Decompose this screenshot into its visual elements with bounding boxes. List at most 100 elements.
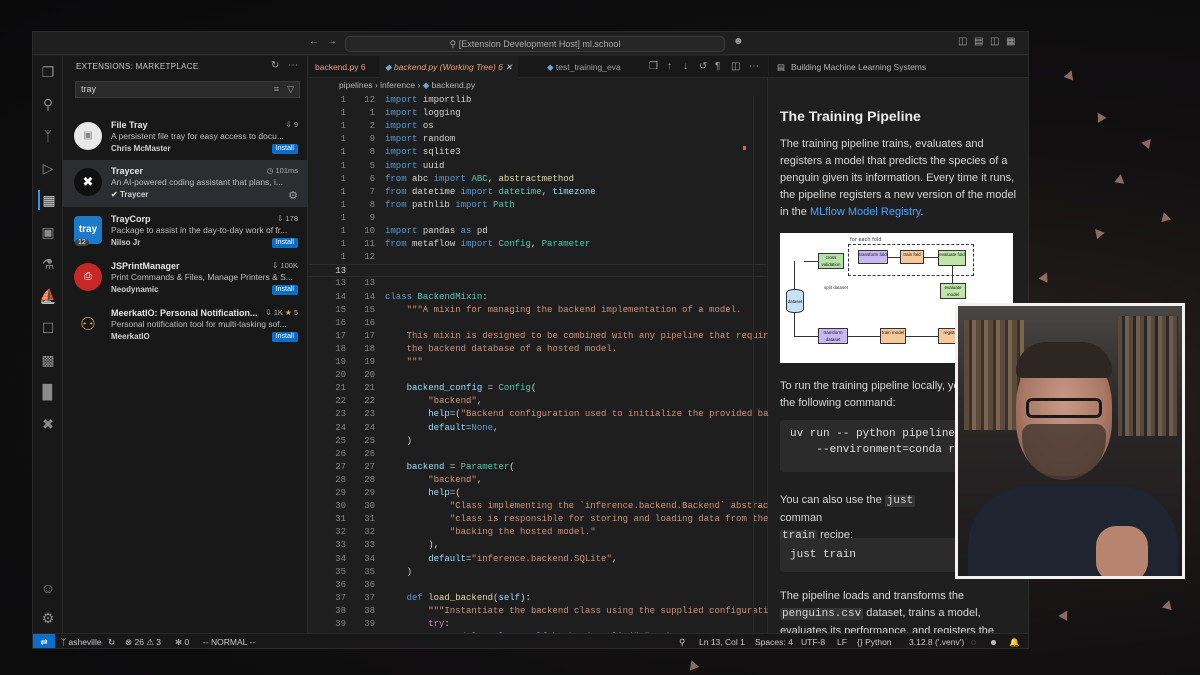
- code-line[interactable]: 39 39 try:: [309, 618, 768, 631]
- install-button[interactable]: Install: [271, 238, 298, 248]
- stack-icon[interactable]: ▉: [38, 382, 58, 402]
- revert-icon[interactable]: ↺: [699, 61, 707, 72]
- code-line[interactable]: 1 2 import os: [309, 120, 768, 133]
- settings-gear-icon[interactable]: ⚙: [38, 608, 58, 628]
- code-line[interactable]: 26 26: [309, 448, 768, 461]
- run-debug-icon[interactable]: ▷: [38, 158, 58, 178]
- traycer-icon[interactable]: ✖: [38, 414, 58, 434]
- code-line[interactable]: 1 6 from abc import ABC, abstractmethod: [309, 173, 768, 186]
- install-button[interactable]: Install: [271, 332, 298, 342]
- copilot-icon[interactable]: ☻: [733, 36, 744, 47]
- customize-layout-icon[interactable]: ▦: [1006, 36, 1015, 47]
- extension-tree-icon[interactable]: ▩: [38, 350, 58, 370]
- code-line[interactable]: 37 37 def load_backend(self):: [309, 592, 768, 605]
- extension-item-jsprintmanager[interactable]: ⎙ JSPrintManager Print Commands & Files,…: [63, 255, 308, 302]
- bookmark-icon[interactable]: ☐: [38, 318, 58, 338]
- code-area[interactable]: 1 12 import importlib 1 1 import logging 1 2 imp…: [309, 94, 768, 642]
- python-interpreter[interactable]: 3.12.8 ('.venv'): [909, 634, 964, 648]
- code-line[interactable]: 27 27 backend = Parameter(: [309, 461, 768, 474]
- clear-filter-icon[interactable]: ≡: [274, 82, 279, 97]
- docker-icon[interactable]: ⛵: [38, 286, 58, 306]
- branch-indicator[interactable]: ᛉ asheville: [61, 634, 102, 648]
- code-line[interactable]: 19 19 """: [309, 356, 768, 369]
- mlflow-link[interactable]: MLflow Model Registry: [810, 206, 920, 218]
- code-line[interactable]: 31 31 "class is responsible for storing a…: [309, 513, 768, 526]
- code-line[interactable]: 18 18 the backend database of a hosted mo…: [309, 343, 768, 356]
- line-ending[interactable]: LF: [837, 634, 847, 648]
- more-actions-icon[interactable]: ⋯: [749, 61, 759, 72]
- extensions-search-input[interactable]: tray ≡ ▽: [75, 81, 300, 98]
- previous-change-icon[interactable]: ↑: [667, 61, 672, 72]
- code-line[interactable]: 38 38 """Instantiate the backend class us…: [309, 605, 768, 618]
- code-line[interactable]: 25 25 ): [309, 435, 768, 448]
- code-line[interactable]: 35 35 ): [309, 566, 768, 579]
- forward-arrow-icon[interactable]: →: [327, 36, 337, 47]
- code-line[interactable]: 17 17 This mixin is designed to be combin…: [309, 330, 768, 343]
- copilot-icon[interactable]: ☻: [989, 634, 998, 648]
- sync-icon[interactable]: ↻: [108, 634, 115, 648]
- code-line[interactable]: 34 34 default="inference.backend.SQLite",: [309, 553, 768, 566]
- code-line[interactable]: 13 13: [309, 277, 768, 290]
- notifications-icon[interactable]: 🔔: [1009, 634, 1020, 648]
- zoom-icon[interactable]: ⚲: [679, 634, 685, 648]
- remote-indicator[interactable]: ⇄: [33, 634, 55, 648]
- problems-indicator[interactable]: ⊗ 26 ⚠ 3: [125, 634, 161, 648]
- code-line[interactable]: 1 10 import pandas as pd: [309, 225, 768, 238]
- code-line[interactable]: 20 20: [309, 369, 768, 382]
- encoding[interactable]: UTF-8: [801, 634, 825, 648]
- code-line[interactable]: 24 24 default=None,: [309, 422, 768, 435]
- ports-indicator[interactable]: ✻ 0: [175, 634, 189, 648]
- code-line[interactable]: 1 12 import importlib: [309, 94, 768, 107]
- breadcrumb-item[interactable]: pipelines: [339, 80, 373, 90]
- code-line[interactable]: 21 21 backend_config = Config(: [309, 382, 768, 395]
- scroll-minimap[interactable]: [753, 96, 765, 632]
- code-line[interactable]: 1 12: [309, 251, 768, 264]
- split-editor-icon[interactable]: ◫: [731, 61, 740, 72]
- code-line[interactable]: 1 7 from datetime import datetime, timezon…: [309, 186, 768, 199]
- filter-icon[interactable]: ▽: [287, 82, 294, 97]
- code-line[interactable]: 1 5 import uuid: [309, 160, 768, 173]
- code-line[interactable]: 22 22 "backend",: [309, 395, 768, 408]
- code-line[interactable]: 1 8 import sqlite3: [309, 146, 768, 159]
- source-control-icon[interactable]: ᛉ: [38, 126, 58, 146]
- code-line[interactable]: 16 16: [309, 317, 768, 330]
- code-line[interactable]: 36 36: [309, 579, 768, 592]
- close-icon[interactable]: ✕: [505, 62, 512, 72]
- inline-diff-icon[interactable]: ¶: [715, 61, 720, 72]
- install-button[interactable]: Install: [271, 144, 298, 154]
- code-line[interactable]: 1 8 from pathlib import Path: [309, 199, 768, 212]
- code-line[interactable]: 19: [309, 212, 768, 225]
- code-line[interactable]: 1 1 import logging: [309, 107, 768, 120]
- tab-backend-working-tree[interactable]: ◆ backend.py (Working Tree) 6 ✕: [379, 56, 519, 78]
- install-button[interactable]: Install: [271, 285, 298, 295]
- command-center[interactable]: ⚲ [Extension Development Host] ml.school: [345, 36, 725, 52]
- search-icon[interactable]: ⚲: [38, 94, 58, 114]
- extension-item-traycer[interactable]: ✖ Traycer An AI-powered coding assistant…: [63, 160, 308, 207]
- code-line[interactable]: 33 33 ),: [309, 539, 768, 552]
- back-arrow-icon[interactable]: ←: [309, 36, 319, 47]
- toggle-panel-icon[interactable]: ▤: [974, 36, 983, 47]
- extensions-icon[interactable]: ▦: [38, 190, 58, 210]
- indentation[interactable]: Spaces: 4: [755, 634, 793, 648]
- preview-tab[interactable]: ▤ Building Machine Learning Systems: [769, 56, 1028, 78]
- code-line[interactable]: 29 29 help=(: [309, 487, 768, 500]
- breadcrumb-item[interactable]: inference: [380, 80, 415, 90]
- testing-icon[interactable]: ⚗: [38, 254, 58, 274]
- code-line[interactable]: 15 15 """A mixin for managing the backend…: [309, 304, 768, 317]
- tab-test-training[interactable]: ◆ test_training_eva: [541, 56, 627, 78]
- extension-item-meerkatio[interactable]: ⚇ MeerkatIO: Personal Notification... Pe…: [63, 302, 308, 349]
- extension-item-file-tray[interactable]: ▣ File Tray A persistent file tray for e…: [63, 114, 308, 161]
- open-changes-icon[interactable]: ❐: [649, 61, 658, 72]
- language-mode[interactable]: {} Python: [857, 634, 892, 648]
- code-line[interactable]: 13: [309, 264, 768, 278]
- remote-explorer-icon[interactable]: ▣: [38, 222, 58, 242]
- explorer-icon[interactable]: ❐: [38, 62, 58, 82]
- cursor-position[interactable]: Ln 13, Col 1: [699, 634, 745, 648]
- code-line[interactable]: 1 9 import random: [309, 133, 768, 146]
- more-actions-icon[interactable]: ⋯: [288, 60, 298, 71]
- breadcrumb-item[interactable]: backend.py: [432, 80, 475, 90]
- code-line[interactable]: 23 23 help=("Backend configuration used t…: [309, 408, 768, 421]
- next-change-icon[interactable]: ↓: [683, 61, 688, 72]
- toggle-secondary-sidebar-icon[interactable]: ◫: [990, 36, 999, 47]
- toggle-sidebar-icon[interactable]: ◫: [958, 36, 967, 47]
